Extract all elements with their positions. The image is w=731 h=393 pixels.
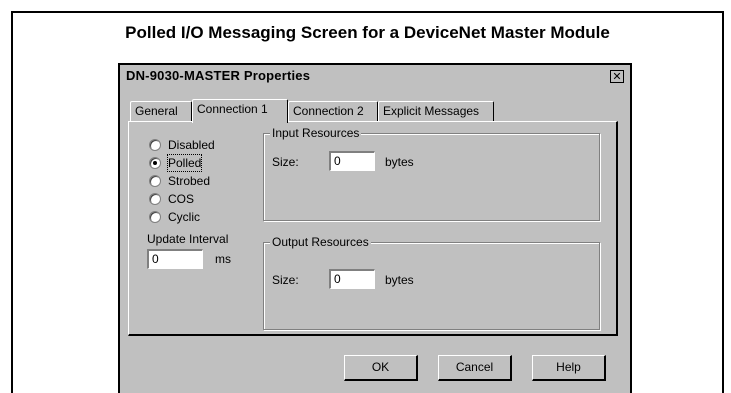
close-button[interactable]: ✕ — [610, 70, 624, 83]
tab-connection-2[interactable]: Connection 2 — [288, 101, 378, 121]
input-resources-group: Input Resources Size: 0 bytes — [263, 126, 600, 221]
update-interval-input[interactable]: 0 — [147, 249, 203, 269]
radio-label: COS — [168, 192, 195, 206]
figure-frame-top — [11, 11, 724, 13]
radio-label: Polled — [166, 154, 203, 172]
output-size-unit: bytes — [385, 273, 414, 287]
tab-label: Connection 1 — [197, 102, 268, 116]
tab-label: Connection 2 — [293, 104, 364, 118]
output-size-field[interactable]: 0 — [329, 269, 375, 289]
properties-dialog: DN-9030-MASTER Properties ✕ General Conn… — [118, 63, 632, 393]
cancel-button[interactable]: Cancel — [438, 355, 512, 381]
close-icon: ✕ — [612, 70, 622, 83]
tab-connection-1[interactable]: Connection 1 — [192, 99, 288, 123]
figure-frame-left — [11, 11, 13, 393]
tab-label: Explicit Messages — [383, 104, 480, 118]
output-size-label: Size: — [272, 273, 299, 287]
radio-button-icon — [149, 211, 161, 223]
update-interval-label: Update Interval — [147, 232, 229, 246]
figure-caption: Polled I/O Messaging Screen for a Device… — [125, 23, 610, 42]
radio-button-icon — [149, 193, 161, 205]
figure-frame-right — [722, 11, 724, 393]
radio-button-icon — [149, 139, 161, 151]
tab-general[interactable]: General — [130, 101, 192, 121]
radio-label: Strobed — [168, 174, 211, 188]
help-button[interactable]: Help — [532, 355, 606, 381]
update-interval-unit: ms — [215, 252, 231, 266]
group-title: Output Resources — [270, 235, 371, 249]
radio-button-selected-icon — [149, 157, 161, 169]
radio-label: Disabled — [168, 138, 215, 152]
input-size-unit: bytes — [385, 155, 414, 169]
connection-1-panel: Disabled Polled Strobed COS Cyclic Updat… — [128, 121, 618, 336]
ok-button[interactable]: OK — [344, 355, 418, 381]
tab-explicit-messages[interactable]: Explicit Messages — [378, 101, 494, 121]
radio-button-icon — [149, 175, 161, 187]
dialog-title-bar[interactable]: DN-9030-MASTER Properties — [120, 65, 630, 89]
output-resources-group: Output Resources Size: 0 bytes — [263, 235, 600, 330]
input-size-label: Size: — [272, 155, 299, 169]
dialog-title: DN-9030-MASTER Properties — [126, 68, 311, 83]
input-size-field[interactable]: 0 — [329, 151, 375, 171]
group-title: Input Resources — [270, 126, 362, 140]
tab-label: General — [135, 104, 178, 118]
radio-label: Cyclic — [168, 210, 200, 224]
